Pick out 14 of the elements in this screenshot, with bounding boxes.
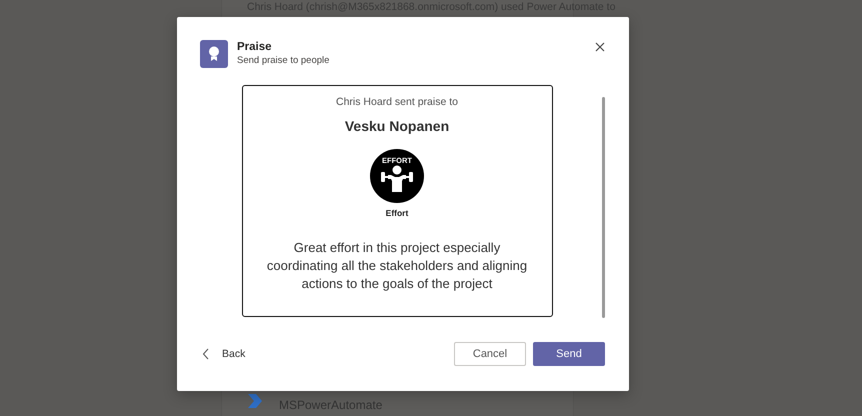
dialog-subtitle: Send praise to people (237, 54, 330, 68)
send-button[interactable]: Send (533, 342, 605, 366)
cancel-button[interactable]: Cancel (454, 342, 526, 366)
chevron-logo-icon (245, 391, 265, 411)
dialog-title: Praise (237, 40, 273, 54)
back-button[interactable]: Back (202, 348, 246, 360)
praise-message: Great effort in this project especially coordinating all the stakeholders and aligning actions to the goals of the project (266, 239, 528, 293)
close-icon[interactable] (595, 42, 605, 52)
sender-line: Chris Hoard sent praise to (336, 96, 458, 108)
recipient-name: Vesku Nopanen (344, 118, 450, 134)
badge-name: Effort (386, 208, 408, 218)
scrollbar[interactable] (602, 97, 605, 318)
award-icon (200, 40, 228, 68)
back-chevron-icon[interactable] (202, 348, 210, 360)
